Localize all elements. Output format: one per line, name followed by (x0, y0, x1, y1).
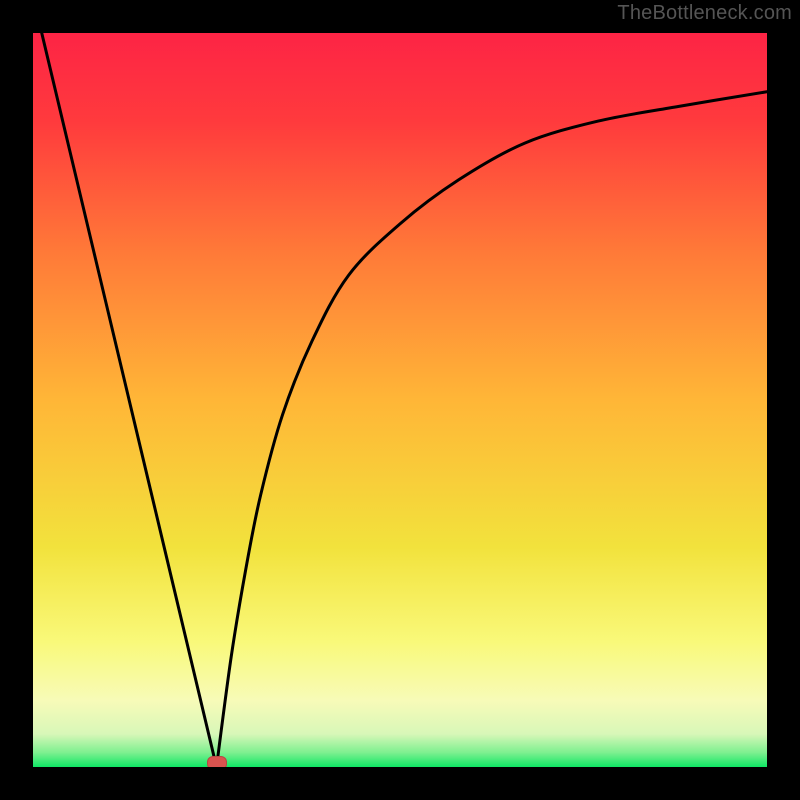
watermark-text: TheBottleneck.com (617, 2, 792, 25)
chart-svg (33, 33, 767, 767)
gradient-background (33, 33, 767, 767)
optimal-point-marker (207, 756, 227, 767)
chart-frame: TheBottleneck.com (0, 0, 800, 800)
plot-area (33, 33, 767, 767)
